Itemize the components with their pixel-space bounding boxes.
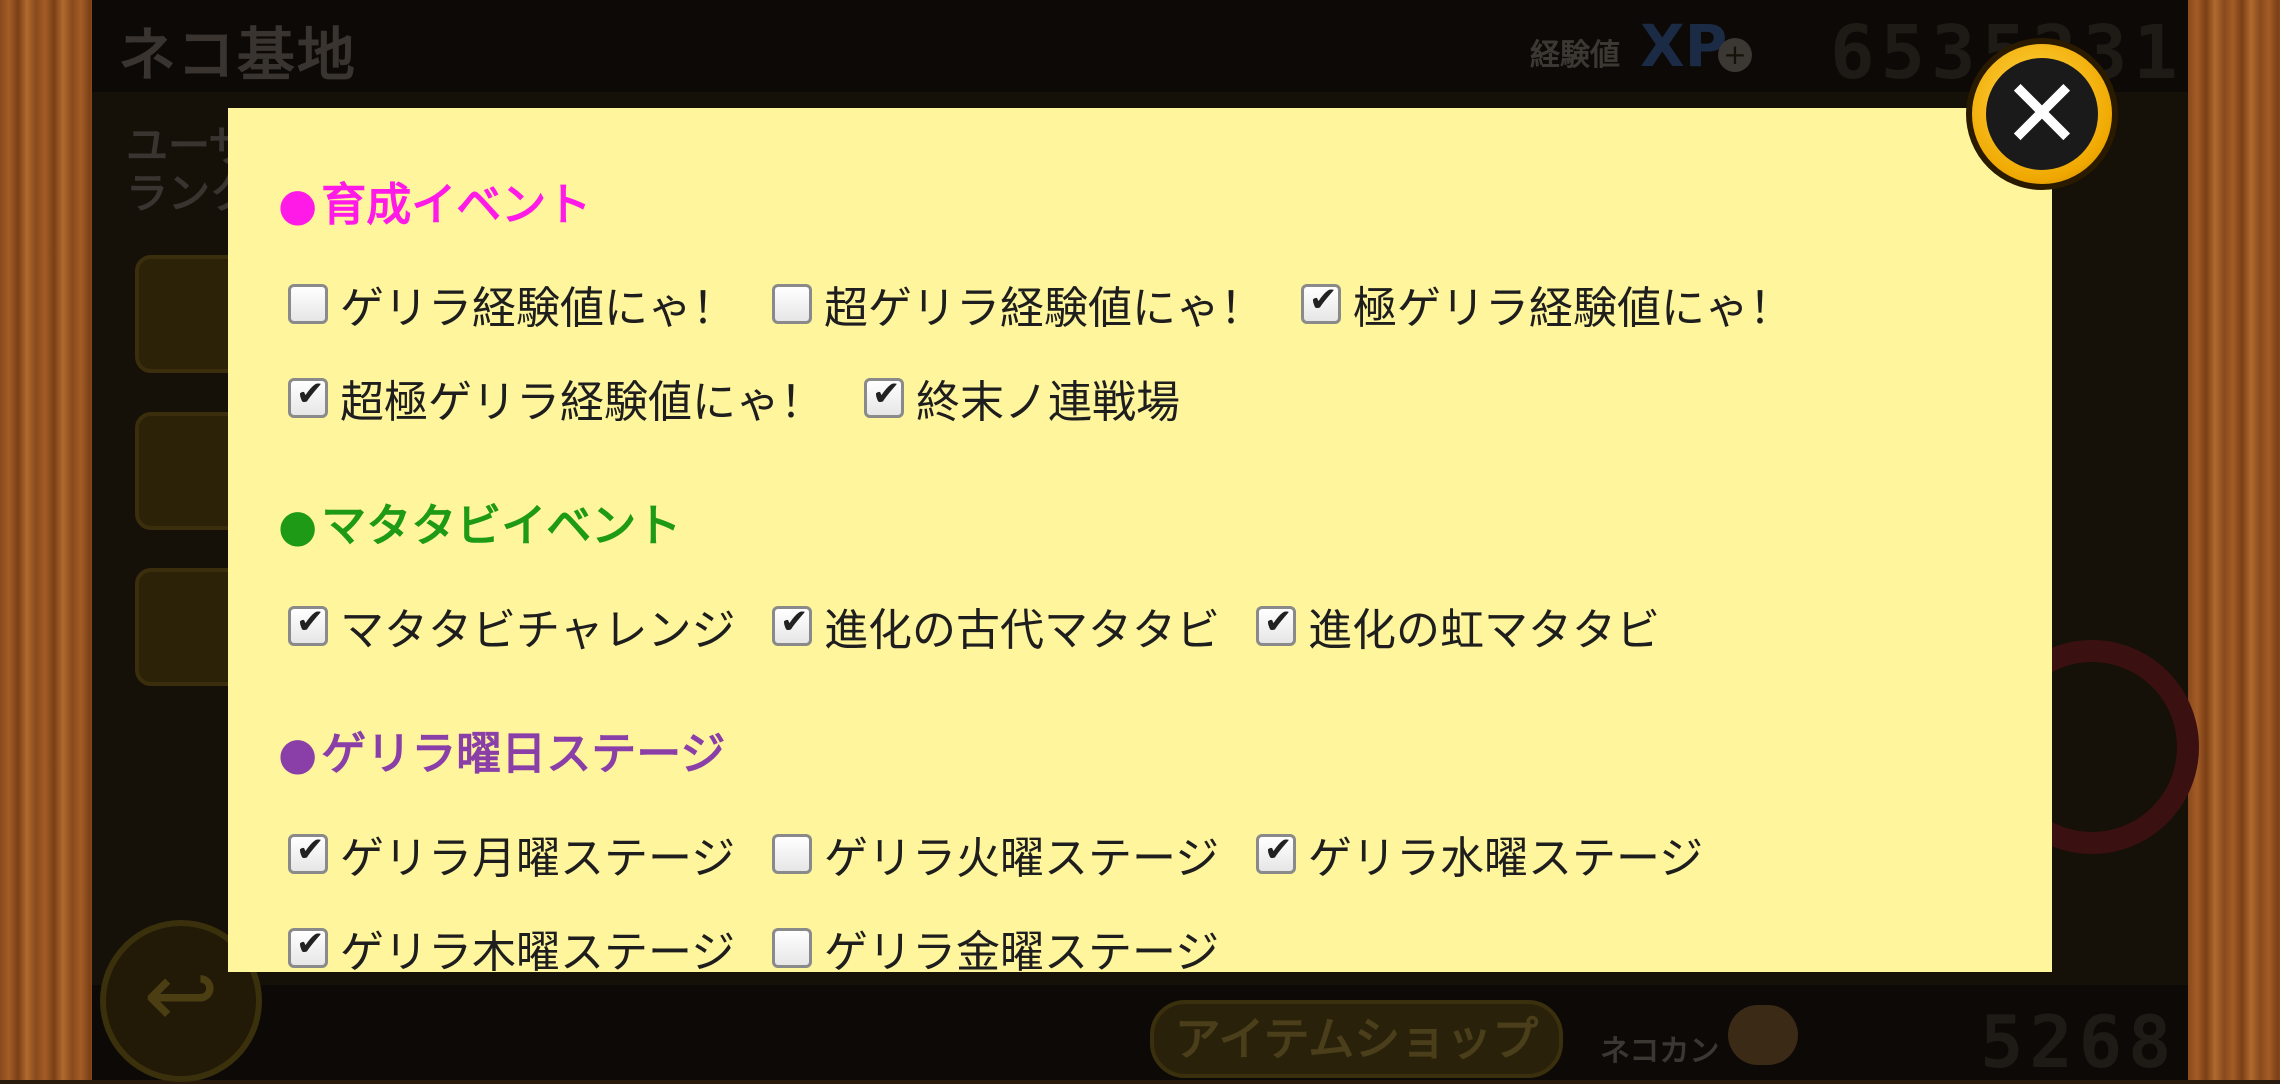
- bullet-dot: ●: [278, 178, 318, 231]
- close-button[interactable]: ✕: [1966, 38, 2118, 190]
- bottom-bar: [92, 985, 2188, 1080]
- checkbox-option[interactable]: 極ゲリラ経験値にゃ！: [1301, 272, 1793, 336]
- wood-frame-left: [0, 0, 92, 1080]
- event-notification-dialog: ●育成イベント ゲリラ経験値にゃ！ 超ゲリラ経験値にゃ！ 極ゲリラ経験値にゃ！ …: [228, 108, 2052, 972]
- checkbox[interactable]: [288, 284, 328, 324]
- checkbox-label: ゲリラ金曜ステージ: [824, 927, 1220, 972]
- checkbox[interactable]: [772, 602, 812, 646]
- bullet-dot: ●: [278, 727, 318, 780]
- checkbox[interactable]: [288, 374, 328, 418]
- checkbox[interactable]: [864, 374, 904, 418]
- checkbox-option[interactable]: 進化の虹マタタビ: [1256, 594, 1660, 658]
- checkbox[interactable]: [288, 924, 328, 968]
- checkbox-label: 超極ゲリラ経験値にゃ！: [340, 377, 824, 428]
- section-title-catnip: ●マタタビイベント: [278, 499, 682, 552]
- checkbox-option[interactable]: 超極ゲリラ経験値にゃ！: [288, 366, 824, 430]
- catfood-value: 5268: [1980, 1000, 2178, 1084]
- checkbox-label: ゲリラ水曜ステージ: [1308, 833, 1704, 884]
- checkbox-label: ゲリラ経験値にゃ！: [340, 283, 736, 334]
- checkbox-option[interactable]: ゲリラ木曜ステージ: [288, 916, 735, 972]
- catfood-label: ネコカン: [1600, 1034, 1720, 1069]
- checkbox-option[interactable]: 進化の古代マタタビ: [772, 594, 1220, 658]
- checkbox-option[interactable]: ゲリラ月曜ステージ: [288, 822, 735, 886]
- bullet-dot: ●: [278, 499, 318, 552]
- checkbox-label: 終末ノ連戦場: [916, 377, 1180, 428]
- checkbox-label: 超ゲリラ経験値にゃ！: [824, 283, 1264, 334]
- checkbox-option[interactable]: ゲリラ水曜ステージ: [1256, 822, 1703, 886]
- checkbox[interactable]: [1256, 830, 1296, 874]
- checkbox[interactable]: [772, 928, 812, 968]
- checkbox-label: 極ゲリラ経験値にゃ！: [1353, 283, 1793, 334]
- screen-title: ネコ基地: [118, 21, 357, 89]
- checkbox[interactable]: [1301, 280, 1341, 324]
- catfood-can-icon: [1728, 1005, 1798, 1065]
- checkbox[interactable]: [288, 830, 328, 874]
- checkbox[interactable]: [288, 602, 328, 646]
- checkbox-label: 進化の虹マタタビ: [1308, 605, 1660, 656]
- checkbox-label: マタタビチャレンジ: [340, 605, 736, 656]
- checkbox-label: ゲリラ月曜ステージ: [340, 833, 736, 884]
- item-shop-button: アイテムショップ: [1150, 1000, 1563, 1078]
- checkbox-option[interactable]: ゲリラ経験値にゃ！: [288, 272, 736, 336]
- checkbox-option[interactable]: 超ゲリラ経験値にゃ！: [772, 272, 1264, 336]
- checkbox[interactable]: [772, 834, 812, 874]
- xp-label: 経験値: [1530, 38, 1620, 73]
- checkbox-option[interactable]: マタタビチャレンジ: [288, 594, 736, 658]
- checkbox[interactable]: [772, 284, 812, 324]
- checkbox-label: ゲリラ木曜ステージ: [340, 927, 736, 972]
- xp-plus-icon: +: [1718, 38, 1752, 72]
- checkbox-option[interactable]: ゲリラ火曜ステージ: [772, 822, 1219, 886]
- checkbox-option[interactable]: ゲリラ金曜ステージ: [772, 916, 1219, 972]
- checkbox-option[interactable]: 終末ノ連戦場: [864, 366, 1180, 430]
- checkbox-label: 進化の古代マタタビ: [824, 605, 1220, 656]
- checkbox[interactable]: [1256, 602, 1296, 646]
- checkbox-label: ゲリラ火曜ステージ: [824, 833, 1220, 884]
- section-title-training: ●育成イベント: [278, 178, 592, 231]
- section-title-weekday-stages: ●ゲリラ曜日ステージ: [278, 727, 726, 780]
- wood-frame-right: [2188, 0, 2280, 1080]
- close-icon: ✕: [1986, 58, 2098, 170]
- xp-badge: XP: [1640, 12, 1728, 80]
